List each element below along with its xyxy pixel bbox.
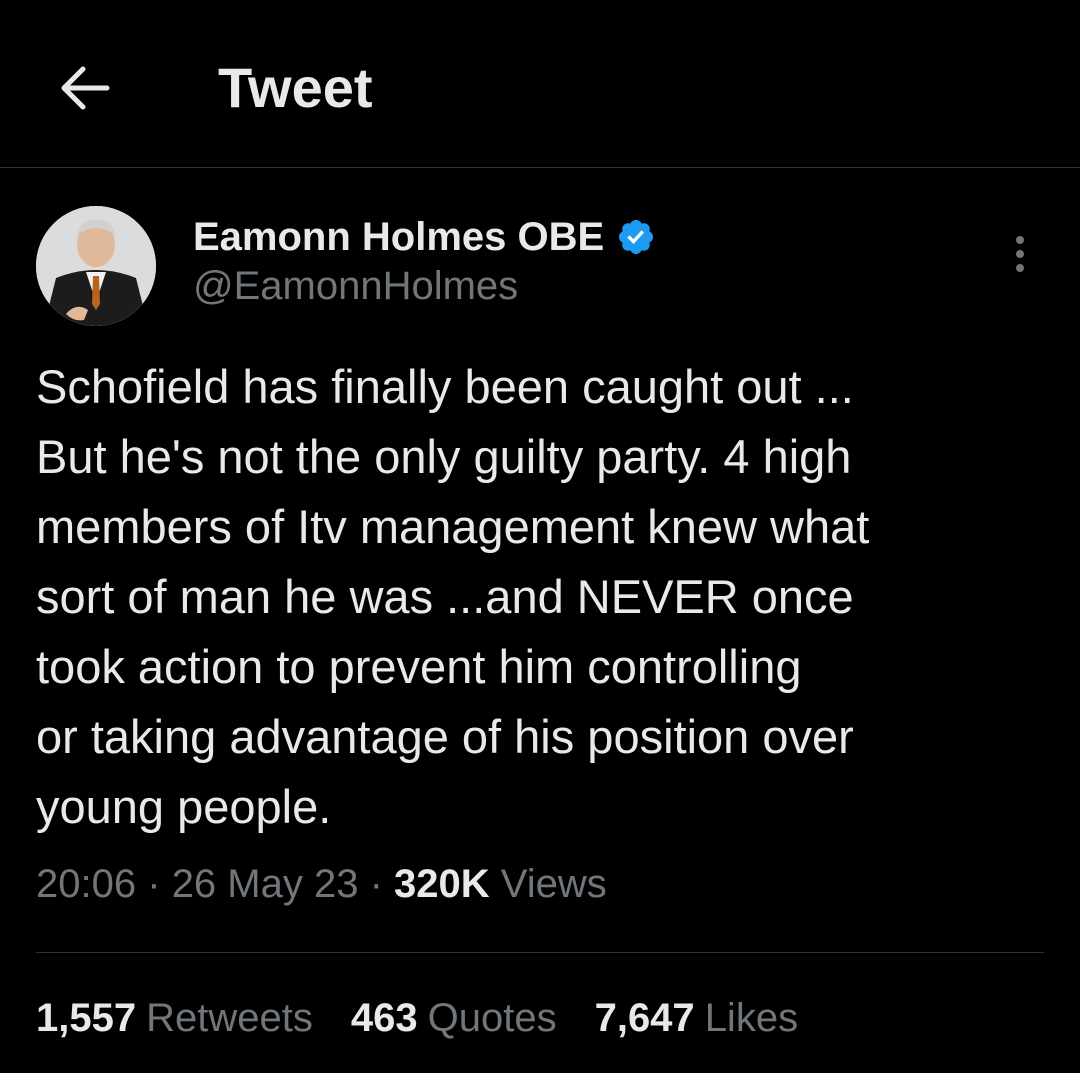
tweet-date[interactable]: 26 May 23 [172, 862, 359, 906]
tweet-meta: 20:06 · 26 May 23 · 320K Views [36, 862, 607, 907]
page-title: Tweet [218, 56, 373, 119]
profile-photo [36, 206, 156, 326]
top-bar: Tweet [0, 0, 1080, 168]
engagement-stats: 1,557 Retweets 463 Quotes 7,647 Likes [36, 996, 798, 1041]
meta-separator: · [147, 862, 161, 906]
tweet-text-line: or taking advantage of his position over [36, 710, 854, 763]
views-count[interactable]: 320K [394, 862, 490, 906]
avatar[interactable] [36, 206, 156, 326]
author-handle[interactable]: @EamonnHolmes [193, 264, 518, 309]
tweet-text-line: young people. [36, 780, 332, 833]
likes-count: 7,647 [594, 996, 695, 1040]
more-dot-icon [1016, 236, 1024, 244]
tweet-text-line: Schofield has finally been caught out ..… [36, 360, 854, 413]
more-dot-icon [1016, 264, 1024, 272]
author-display-name[interactable]: Eamonn Holmes OBE [193, 215, 604, 260]
back-button[interactable] [52, 56, 116, 120]
tweet-time[interactable]: 20:06 [36, 862, 136, 906]
divider [36, 952, 1044, 953]
quotes-count: 463 [350, 996, 418, 1040]
likes-stat[interactable]: 7,647 Likes [595, 996, 799, 1041]
meta-separator: · [369, 862, 383, 906]
quotes-stat[interactable]: 463 Quotes [351, 996, 557, 1041]
retweets-count: 1,557 [36, 996, 137, 1040]
tweet-text-line: took action to prevent him controlling [36, 640, 802, 693]
quotes-label: Quotes [427, 996, 557, 1040]
arrow-left-icon [61, 66, 110, 110]
tweet-text-line: sort of man he was ...and NEVER once [36, 570, 854, 623]
tweet-text: Schofield has finally been caught out ..… [36, 352, 1046, 842]
more-dot-icon [1016, 250, 1024, 258]
views-label[interactable]: Views [501, 862, 607, 906]
tweet-text-line: members of Itv management knew what [36, 500, 870, 553]
tweet-text-line: But he's not the only guilty party. 4 hi… [36, 430, 852, 483]
more-options-button[interactable] [1000, 230, 1040, 278]
author-name-row[interactable]: Eamonn Holmes OBE [193, 212, 656, 262]
likes-label: Likes [704, 996, 799, 1040]
retweets-label: Retweets [146, 996, 313, 1040]
retweets-stat[interactable]: 1,557 Retweets [36, 996, 313, 1041]
verified-badge-icon [619, 219, 654, 255]
